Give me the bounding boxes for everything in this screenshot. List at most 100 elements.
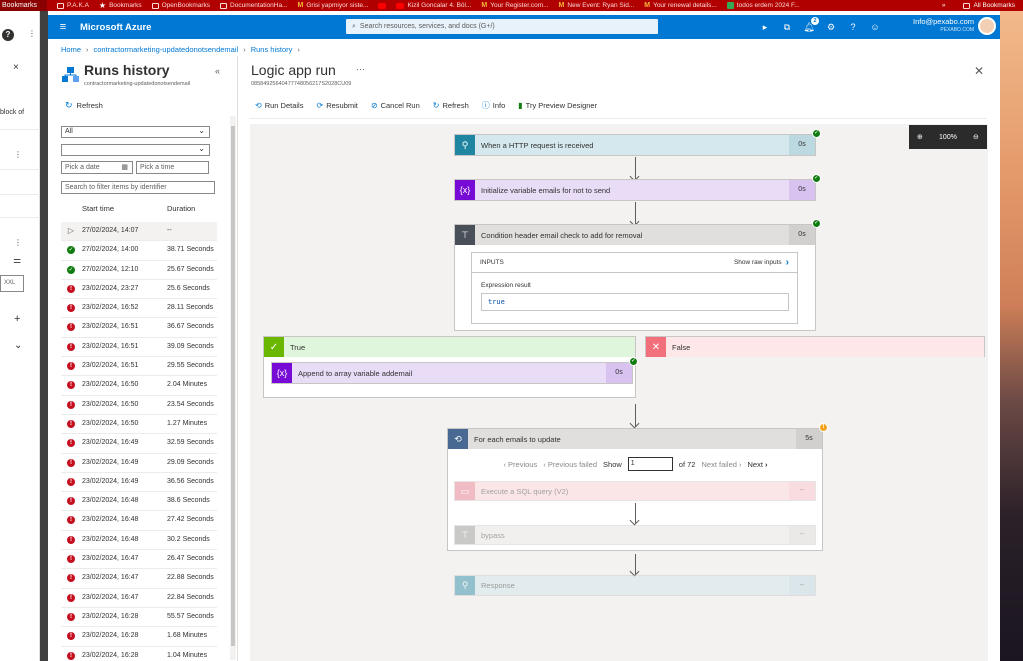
info-button[interactable]: ⓘ Info <box>482 100 506 111</box>
step-condition[interactable]: ⊤ Condition header email check to add fo… <box>454 219 821 331</box>
bookmark-item[interactable]: OpenBookmarks <box>151 0 210 11</box>
table-row[interactable]: ✓ 27/02/2024, 14:00 38.71 Seconds <box>61 241 217 261</box>
table-row[interactable]: ! 23/02/2024, 16:52 28.11 Seconds <box>61 299 217 319</box>
more-options-icon[interactable]: ··· <box>356 64 365 74</box>
step-bypass[interactable]: ⊤ bypass -- <box>454 525 816 545</box>
table-row[interactable]: ! 23/02/2024, 16:28 55.57 Seconds <box>61 608 217 628</box>
table-row[interactable]: ! 23/02/2024, 16:51 36.67 Seconds <box>61 318 217 338</box>
breadcrumb-runs-history[interactable]: Runs history <box>251 45 293 54</box>
bookmark-item[interactable]: M Grisi yapmiyor siste... <box>297 0 368 11</box>
table-row[interactable]: ! 23/02/2024, 16:48 27.42 Seconds <box>61 511 217 531</box>
feedback-icon[interactable]: ☺ <box>869 21 881 33</box>
table-row[interactable]: ! 23/02/2024, 16:50 23.54 Seconds <box>61 396 217 415</box>
table-row[interactable]: ! 23/02/2024, 16:49 32.59 Seconds <box>61 434 217 454</box>
date-picker[interactable]: Pick a date ▦ <box>61 161 133 174</box>
close-icon[interactable]: × <box>13 62 19 73</box>
run-identifier-filter-input[interactable]: Search to filter items by identifier <box>61 181 215 194</box>
collapse-icon[interactable]: « <box>215 66 220 76</box>
close-button[interactable]: ✕ <box>974 64 984 78</box>
time-picker[interactable]: Pick a time <box>136 161 209 174</box>
help-icon[interactable]: ? <box>847 21 859 33</box>
table-row[interactable]: ! 23/02/2024, 16:47 22.84 Seconds <box>61 589 217 608</box>
resubmit-button[interactable]: ⟳ Resubmit <box>316 100 357 111</box>
table-row[interactable]: ! 23/02/2024, 16:50 2.04 Minutes <box>61 376 217 396</box>
previous-button[interactable]: ‹ Previous <box>503 460 537 469</box>
next-failed-button[interactable]: Next failed › <box>701 460 741 469</box>
true-branch[interactable]: ✓ True {x} Append to array variable adde… <box>263 336 638 398</box>
breadcrumb-logic-app[interactable]: contractormarketing-updatedonotsendemail <box>94 45 239 54</box>
bookmark-item[interactable]: M Your Register.com... <box>481 0 548 11</box>
table-row[interactable]: ! 23/02/2024, 16:28 1.68 Minutes <box>61 627 217 647</box>
table-row[interactable]: ! 23/02/2024, 16:51 29.55 Seconds <box>61 357 217 377</box>
breadcrumb-home[interactable]: Home <box>61 45 81 54</box>
user-account[interactable]: Info@pexabo.com PEXABO.COM <box>913 18 974 34</box>
table-row[interactable]: ! 23/02/2024, 16:47 26.47 Seconds <box>61 550 217 570</box>
bookmark-item[interactable]: Kizil Goncalar 4. Böl... <box>396 0 471 11</box>
try-preview-designer-button[interactable]: ▮ Try Preview Designer <box>518 100 597 111</box>
settings-icon[interactable]: ⚙ <box>825 21 837 33</box>
step-for-each[interactable]: ⟲ For each emails to update 5s ! ‹ Previ… <box>447 423 828 551</box>
bookmark-item[interactable] <box>378 2 387 9</box>
table-row[interactable]: ! 23/02/2024, 16:49 29.09 Seconds <box>61 454 217 473</box>
designer-canvas[interactable]: ⊕ 100% ⊖ ⚲ When a HTTP request is receiv… <box>250 124 988 661</box>
table-row[interactable]: ! 23/02/2024, 16:48 38.6 Seconds <box>61 492 217 512</box>
table-row[interactable]: ▷ 27/02/2024, 14:07 -- <box>61 222 217 242</box>
menu-icon[interactable]: ≡ <box>48 21 78 33</box>
secondary-filter-select[interactable]: ⌄ <box>61 144 210 156</box>
directory-filter-icon[interactable]: ⧉ <box>781 21 793 33</box>
run-details-button[interactable]: ⟲ Run Details <box>255 100 303 111</box>
bookmarks-more[interactable]: » <box>942 2 946 9</box>
bookmark-item[interactable]: M New Event: Ryan Sid... <box>559 0 635 11</box>
bookmark-item[interactable]: P.A.K.A <box>57 0 89 11</box>
notifications-icon[interactable]: 🔔︎ 2 <box>803 17 819 33</box>
more-icon[interactable]: ⋮ <box>14 150 22 159</box>
table-row[interactable]: ! 23/02/2024, 16:28 1.04 Minutes <box>61 647 217 661</box>
settings-sliders-icon[interactable]: ⚌ <box>13 255 21 266</box>
refresh-button[interactable]: ↻ Refresh <box>433 100 469 111</box>
divider <box>0 169 40 170</box>
more-icon[interactable]: ⋮ <box>28 29 36 38</box>
step-response[interactable]: ⚲ Response -- <box>454 575 816 596</box>
chevron-down-icon[interactable]: ⌄ <box>14 340 22 351</box>
table-row[interactable]: ! 23/02/2024, 16:47 22.88 Seconds <box>61 569 217 589</box>
previous-failed-button[interactable]: ‹ Previous failed <box>543 460 597 469</box>
table-row[interactable]: ! 23/02/2024, 16:50 1.27 Minutes <box>61 415 217 435</box>
next-button[interactable]: Next › <box>748 460 768 469</box>
table-row[interactable]: ! 23/02/2024, 16:51 39.09 Seconds <box>61 338 217 358</box>
refresh-button[interactable]: ↻ Refresh <box>65 100 103 111</box>
zoom-out-icon[interactable]: ⊖ <box>973 133 979 141</box>
bookmark-item[interactable]: todos erdem 2024 F... <box>726 0 800 11</box>
show-raw-inputs-link[interactable]: Show raw inputs › <box>734 257 789 268</box>
iteration-input[interactable]: 1 <box>627 457 673 471</box>
scrollbar-thumb[interactable] <box>231 126 235 646</box>
cloud-shell-icon[interactable]: ▸ <box>759 21 771 33</box>
table-row[interactable]: ! 23/02/2024, 16:49 36.56 Seconds <box>61 473 217 493</box>
zoom-in-icon[interactable]: ⊕ <box>917 133 923 141</box>
portal-title[interactable]: Microsoft Azure <box>80 22 151 33</box>
bookmarks-left-label[interactable]: Bookmarks <box>0 0 47 11</box>
step-initialize-variable[interactable]: {x} Initialize variable emails for not t… <box>454 174 821 201</box>
col-duration[interactable]: Duration <box>167 204 195 213</box>
more-icon[interactable]: ⋮ <box>14 238 22 247</box>
table-row[interactable]: ✓ 27/02/2024, 12:10 25.67 Seconds <box>61 261 217 280</box>
step-http-trigger[interactable]: ⚲ When a HTTP request is received 0s ✓ <box>454 129 821 156</box>
bookmark-item[interactable]: ★ Bookmarks <box>99 0 142 11</box>
size-field[interactable]: XXL <box>0 275 24 292</box>
table-row[interactable]: ! 23/02/2024, 16:48 30.2 Seconds <box>61 531 217 551</box>
add-icon[interactable]: + <box>14 313 20 325</box>
help-icon[interactable]: ? <box>2 29 14 41</box>
scrollbar[interactable] <box>230 116 236 660</box>
step-execute-sql[interactable]: ▭ Execute a SQL query (V2) -- <box>454 481 816 501</box>
table-row[interactable]: ! 23/02/2024, 23:27 25.6 Seconds <box>61 280 217 300</box>
all-bookmarks[interactable]: All Bookmarks <box>963 2 1015 9</box>
false-branch[interactable]: ✕ False <box>645 336 985 357</box>
bookmark-item[interactable]: M Your renewal details... <box>644 0 717 11</box>
cancel-run-button[interactable]: ⊘ Cancel Run <box>371 100 420 111</box>
run-start-time: 27/02/2024, 14:00 <box>82 246 139 254</box>
bookmark-item[interactable]: DocumentationHa... <box>220 0 287 11</box>
status-filter-select[interactable]: All ⌄ <box>61 126 210 138</box>
step-append-to-array[interactable]: {x} Append to array variable addemail 0s… <box>271 357 638 384</box>
search-input[interactable]: ⌕ Search resources, services, and docs (… <box>346 19 658 34</box>
avatar[interactable] <box>978 17 996 35</box>
col-start-time[interactable]: Start time <box>82 204 114 213</box>
